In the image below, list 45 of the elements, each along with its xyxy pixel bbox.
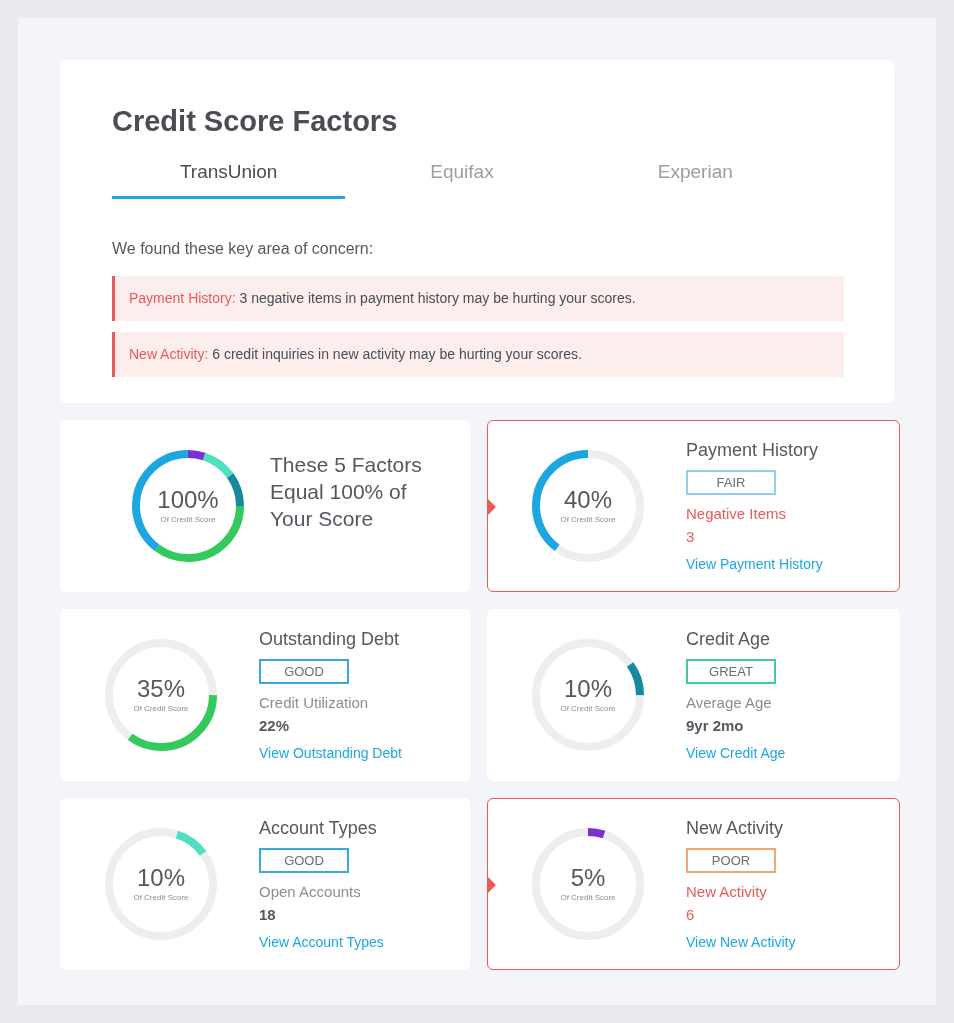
view-link[interactable]: View Account Types	[259, 932, 384, 954]
rating-badge: FAIR	[686, 469, 776, 496]
percent-caption: Of Credit Score	[560, 703, 616, 715]
rating-badge: POOR	[686, 847, 776, 874]
stat-label: Credit Utilization	[259, 693, 369, 714]
stat-label: Open Accounts	[259, 882, 361, 903]
bureau-tab[interactable]: Equifax	[345, 157, 579, 199]
stat-label: New Activity	[686, 882, 767, 903]
percent-value: 100%	[157, 486, 219, 514]
percent-caption: Of Credit Score	[160, 514, 216, 526]
view-link[interactable]: View Credit Age	[686, 743, 786, 765]
percent-value: 40%	[563, 486, 612, 514]
percent-value: 5%	[570, 864, 606, 892]
view-link[interactable]: View New Activity	[686, 932, 796, 954]
percent-value: 35%	[136, 675, 185, 703]
factor-title: Outstanding Debt	[259, 627, 400, 651]
percent-caption: Of Credit Score	[133, 892, 189, 904]
concern-intro: We found these key area of concern:	[112, 239, 375, 259]
concern-alert: Payment History: 3 negative items in payment history may be hurting your scores.	[112, 276, 844, 321]
bureau-tab[interactable]: TransUnion	[112, 157, 346, 199]
percent-caption: Of Credit Score	[560, 892, 616, 904]
percent-value: 10%	[136, 864, 185, 892]
rating-badge: GOOD	[259, 847, 349, 874]
stat-value: 6	[686, 904, 695, 925]
stat-label: Negative Items	[686, 504, 787, 525]
stat-value: 3	[686, 526, 695, 547]
page-title: Credit Score Factors	[112, 104, 399, 139]
stat-value: 9yr 2mo	[686, 715, 744, 736]
bureau-tab[interactable]: Experian	[578, 157, 812, 199]
stat-label: Average Age	[686, 693, 772, 714]
percent-value: 10%	[563, 675, 612, 703]
rating-badge: GOOD	[259, 658, 349, 685]
factor-title: New Activity	[686, 816, 784, 840]
factor-title: Account Types	[259, 816, 377, 840]
view-link[interactable]: View Outstanding Debt	[259, 743, 402, 765]
stat-value: 22%	[259, 715, 290, 736]
summary-heading: These 5 Factors Equal 100% of Your Score	[270, 451, 423, 532]
factor-title: Payment History	[686, 438, 819, 462]
stat-value: 18	[259, 904, 276, 925]
concern-alert: New Activity: 6 credit inquiries in new activity may be hurting your scores.	[112, 332, 844, 377]
factor-title: Credit Age	[686, 627, 771, 651]
percent-caption: Of Credit Score	[560, 514, 616, 526]
view-link[interactable]: View Payment History	[686, 554, 823, 576]
rating-badge: GREAT	[686, 658, 776, 685]
percent-caption: Of Credit Score	[133, 703, 189, 715]
